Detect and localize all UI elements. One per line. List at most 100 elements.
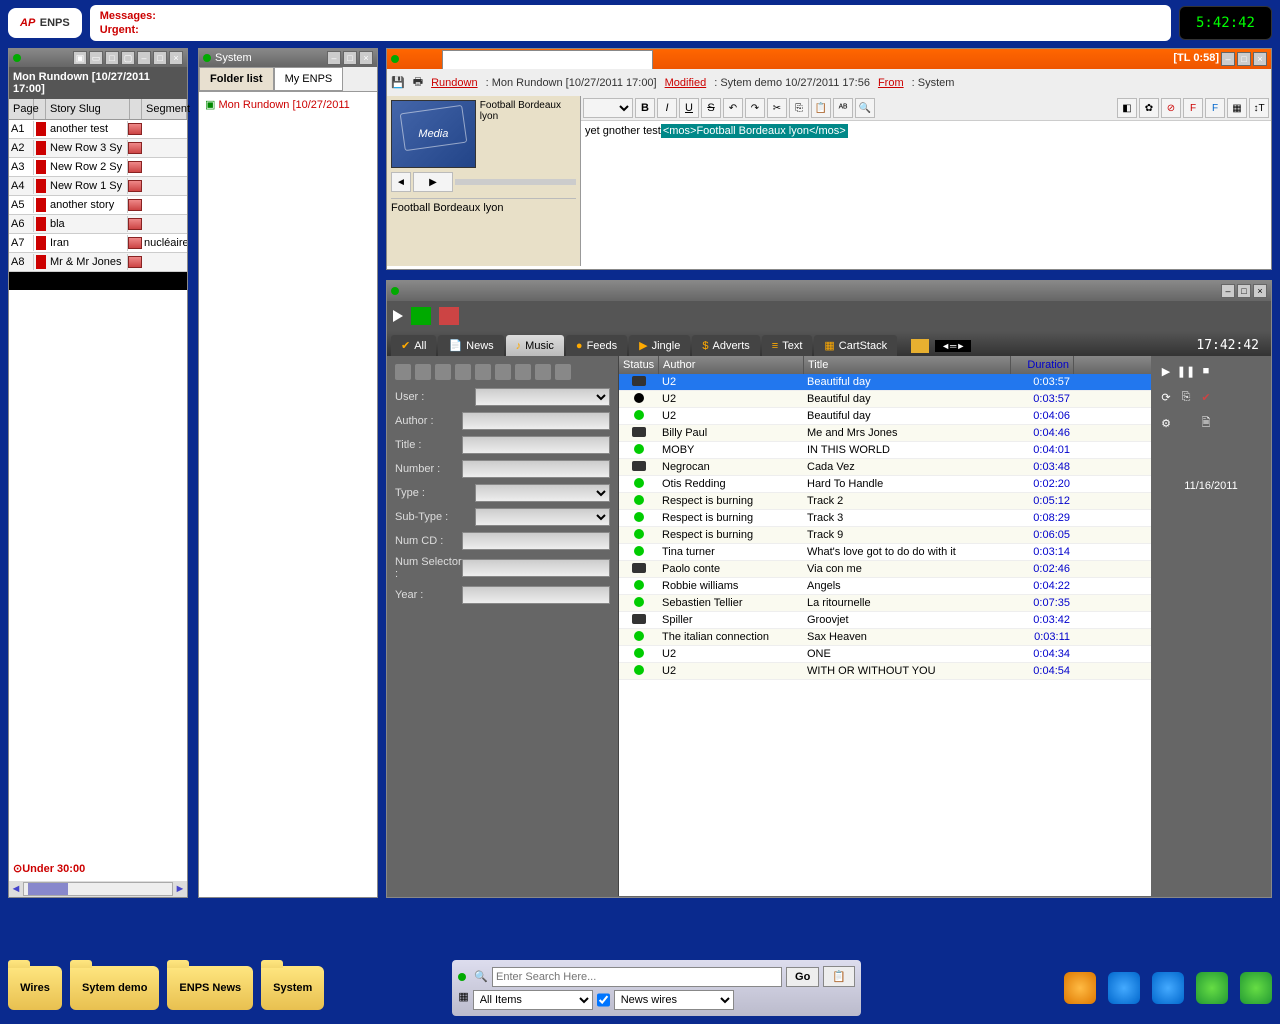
folder-item[interactable]: ▣ Mon Rundown [10/27/2011 — [203, 96, 373, 113]
numcd-input[interactable] — [462, 532, 610, 550]
window-button[interactable]: ▣ — [73, 51, 87, 65]
col-title[interactable]: Title — [804, 356, 1011, 374]
rundown-link[interactable]: Rundown — [431, 77, 477, 89]
paste-button[interactable]: 📋 — [811, 98, 831, 118]
track-row[interactable]: Negrocan Cada Vez0:03:48 — [619, 459, 1151, 476]
rundown-row[interactable]: A5 another story — [9, 196, 187, 215]
tray-print-icon[interactable] — [1152, 972, 1184, 1004]
music-tab-all[interactable]: ✔All — [391, 335, 436, 356]
print-icon[interactable]: 🖶 — [413, 73, 423, 92]
minimize-button[interactable]: – — [1221, 52, 1235, 66]
side-stop-button[interactable]: ■ — [1199, 364, 1213, 378]
search-input[interactable] — [492, 967, 782, 987]
track-row[interactable]: Billy Paul Me and Mrs Jones0:04:46 — [619, 425, 1151, 442]
tray-globe-icon[interactable] — [1108, 972, 1140, 1004]
tool-icon[interactable] — [495, 364, 511, 380]
modified-link[interactable]: Modified — [665, 77, 707, 89]
window-button[interactable]: □ — [105, 51, 119, 65]
undo-button[interactable]: ↶ — [723, 98, 743, 118]
music-tab-adverts[interactable]: $Adverts — [692, 335, 759, 356]
side-icon[interactable]: ⟳ — [1159, 390, 1173, 404]
side-icon[interactable]: ⎘ — [1179, 390, 1193, 404]
maximize-button[interactable]: □ — [153, 51, 167, 65]
col-page[interactable]: Page — [9, 99, 34, 119]
play-button[interactable] — [393, 310, 403, 322]
col-slug[interactable]: Story Slug — [46, 99, 130, 119]
folder-enps news[interactable]: ENPS News — [167, 966, 253, 1010]
go-button[interactable]: Go — [786, 967, 819, 987]
track-row[interactable]: Otis Redding Hard To Handle0:02:20 — [619, 476, 1151, 493]
side-icon[interactable] — [1179, 416, 1193, 430]
user-select[interactable] — [475, 388, 610, 406]
number-input[interactable] — [462, 460, 610, 478]
media-play-button[interactable]: ▶ — [413, 172, 453, 192]
filter-all-items[interactable]: All Items — [473, 990, 593, 1010]
side-play-button[interactable]: ▶ — [1159, 364, 1173, 378]
tool-icon[interactable] — [415, 364, 431, 380]
window-button[interactable]: ▢ — [121, 51, 135, 65]
col-duration[interactable]: Duration — [1011, 356, 1074, 374]
folder-wires[interactable]: Wires — [8, 966, 62, 1010]
maximize-button[interactable]: □ — [343, 51, 357, 65]
track-row[interactable]: Sebastien Tellier La ritournelle0:07:35 — [619, 595, 1151, 612]
scrollbar-horizontal[interactable]: ◄ ► — [9, 881, 187, 897]
close-button[interactable]: × — [359, 51, 373, 65]
rundown-row[interactable]: A7 Iran nucléaire- — [9, 234, 187, 253]
track-row[interactable]: U2 WITH OR WITHOUT YOU0:04:54 — [619, 663, 1151, 680]
filter-news-wires[interactable]: News wires — [614, 990, 734, 1010]
folder-system[interactable]: System — [261, 966, 324, 1010]
minimize-button[interactable]: – — [137, 51, 151, 65]
music-tab-news[interactable]: 📄News — [438, 335, 503, 356]
app-icon[interactable] — [439, 307, 459, 325]
mos-tag[interactable]: <mos>Football Bordeaux lyon</mos> — [661, 124, 848, 138]
highlight-button[interactable]: ▦ — [1227, 98, 1247, 118]
copy-button[interactable]: ⎘ — [789, 98, 809, 118]
rundown-row[interactable]: A6 bla — [9, 215, 187, 234]
rundown-row[interactable]: A3 New Row 2 Sy — [9, 158, 187, 177]
tool-icon[interactable] — [515, 364, 531, 380]
rundown-row[interactable]: A8 Mr & Mr Jones — [9, 253, 187, 272]
track-row[interactable]: U2 ONE0:04:34 — [619, 646, 1151, 663]
save-icon[interactable]: 💾 — [391, 76, 405, 89]
tray-home-icon[interactable] — [1064, 972, 1096, 1004]
tool-icon[interactable] — [455, 364, 471, 380]
search-options-button[interactable]: 📋 — [823, 966, 855, 987]
redo-button[interactable]: ↷ — [745, 98, 765, 118]
tab-folder-list[interactable]: Folder list — [199, 67, 274, 91]
cart-icon[interactable] — [411, 307, 431, 325]
music-tab-text[interactable]: ≡Text — [762, 335, 813, 356]
music-tab-music[interactable]: ♪Music — [506, 335, 564, 356]
track-row[interactable]: Tina turner What's love got to do do wit… — [619, 544, 1151, 561]
track-row[interactable]: MOBY IN THIS WORLD0:04:01 — [619, 442, 1151, 459]
rundown-row[interactable]: A4 New Row 1 Sy — [9, 177, 187, 196]
rundown-row[interactable]: A2 New Row 3 Sy — [9, 139, 187, 158]
year-input[interactable] — [462, 586, 610, 604]
from-link[interactable]: From — [878, 77, 904, 89]
col-author[interactable]: Author — [659, 356, 804, 374]
tray-refresh-icon[interactable] — [1240, 972, 1272, 1004]
font-select[interactable] — [583, 98, 633, 118]
media-slider[interactable] — [455, 179, 576, 185]
track-row[interactable]: Spiller Groovjet0:03:42 — [619, 612, 1151, 629]
track-row[interactable]: Respect is burning Track 90:06:05 — [619, 527, 1151, 544]
media-thumbnail[interactable]: Media — [391, 100, 476, 168]
tray-mail-icon[interactable] — [1196, 972, 1228, 1004]
close-button[interactable]: × — [1253, 284, 1267, 298]
title-input[interactable] — [462, 436, 610, 454]
block-button[interactable]: ⊘ — [1161, 98, 1181, 118]
strike-button[interactable]: S — [701, 98, 721, 118]
tool-icon[interactable] — [475, 364, 491, 380]
side-check-icon[interactable]: ✔ — [1199, 390, 1213, 404]
bold-button[interactable]: B — [635, 98, 655, 118]
media-prev-button[interactable]: ◄ — [391, 172, 411, 192]
tool-icon[interactable] — [395, 364, 411, 380]
tool-icon[interactable] — [535, 364, 551, 380]
nav-control[interactable]: ◄═► — [935, 340, 971, 352]
italic-button[interactable]: I — [657, 98, 677, 118]
side-icon[interactable]: ⚙ — [1159, 416, 1173, 430]
track-row[interactable]: U2 Beautiful day0:03:57 — [619, 374, 1151, 391]
tool-icon[interactable] — [435, 364, 451, 380]
rundown-row[interactable]: A1 another test — [9, 120, 187, 139]
track-row[interactable]: Robbie williams Angels0:04:22 — [619, 578, 1151, 595]
close-button[interactable]: × — [1253, 52, 1267, 66]
